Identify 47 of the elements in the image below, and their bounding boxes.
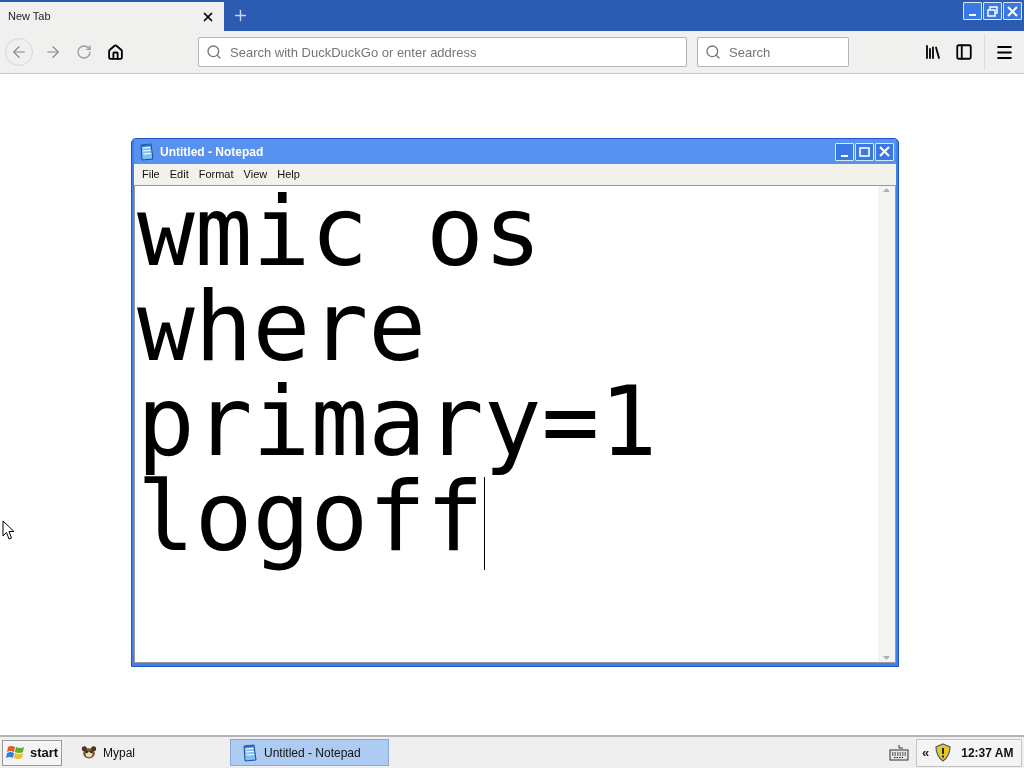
- menu-item[interactable]: File: [137, 166, 165, 183]
- window-title: Untitled - Notepad: [160, 143, 264, 161]
- menu-item[interactable]: Format: [193, 166, 239, 183]
- expand-tray-button[interactable]: «: [922, 742, 930, 763]
- taskbar-button[interactable]: Mypal: [78, 739, 138, 766]
- notepad-icon: [138, 142, 155, 161]
- minimize-button[interactable]: [963, 2, 982, 20]
- taskbar-button[interactable]: Untitled - Notepad: [230, 739, 389, 766]
- clock-time: 12:37 AM: [961, 744, 1014, 762]
- menu-item[interactable]: View: [238, 166, 273, 183]
- mouse-pointer-icon: [2, 520, 15, 541]
- text-line: where: [137, 286, 426, 381]
- restore-button[interactable]: [983, 2, 1002, 20]
- close-button[interactable]: [1003, 2, 1022, 20]
- browser-tab[interactable]: New Tab: [0, 2, 224, 31]
- close-button[interactable]: [875, 142, 894, 161]
- notepad-icon: [241, 743, 258, 762]
- text-line: wmic os: [137, 191, 542, 286]
- minimize-icon: [841, 154, 848, 157]
- maximize-button[interactable]: [855, 142, 874, 161]
- reload-icon[interactable]: [76, 44, 92, 60]
- minimize-button[interactable]: [835, 142, 854, 161]
- start-button[interactable]: start: [2, 739, 62, 766]
- text-cursor-icon: [483, 477, 485, 570]
- menu-item[interactable]: Edit: [164, 166, 194, 183]
- home-icon[interactable]: [107, 43, 124, 61]
- search-icon: [206, 44, 222, 60]
- new-tab-icon[interactable]: [232, 7, 249, 24]
- forward-arrow-icon[interactable]: [44, 43, 62, 61]
- maximize-icon: [859, 146, 870, 157]
- search-icon: [705, 44, 721, 60]
- sidebar-icon[interactable]: [955, 43, 973, 61]
- address-field[interactable]: Search with DuckDuckGo or enter address: [198, 37, 687, 67]
- close-icon: [1007, 5, 1018, 17]
- bear-icon: [81, 744, 97, 761]
- text-area[interactable]: wmic os where primary=1 logoff: [134, 185, 896, 663]
- text-line: logoff: [137, 476, 484, 571]
- text-line: primary=1: [137, 381, 658, 476]
- menu-item[interactable]: Help: [272, 166, 305, 183]
- search-field[interactable]: Search: [697, 37, 849, 67]
- keyboard-icon[interactable]: [889, 744, 909, 761]
- minimize-icon: [969, 14, 976, 16]
- library-icon[interactable]: [924, 43, 942, 61]
- restore-icon: [987, 5, 998, 17]
- close-icon: [879, 146, 890, 157]
- shield-warning-icon[interactable]: [934, 743, 953, 762]
- tab-title: New Tab: [8, 9, 52, 25]
